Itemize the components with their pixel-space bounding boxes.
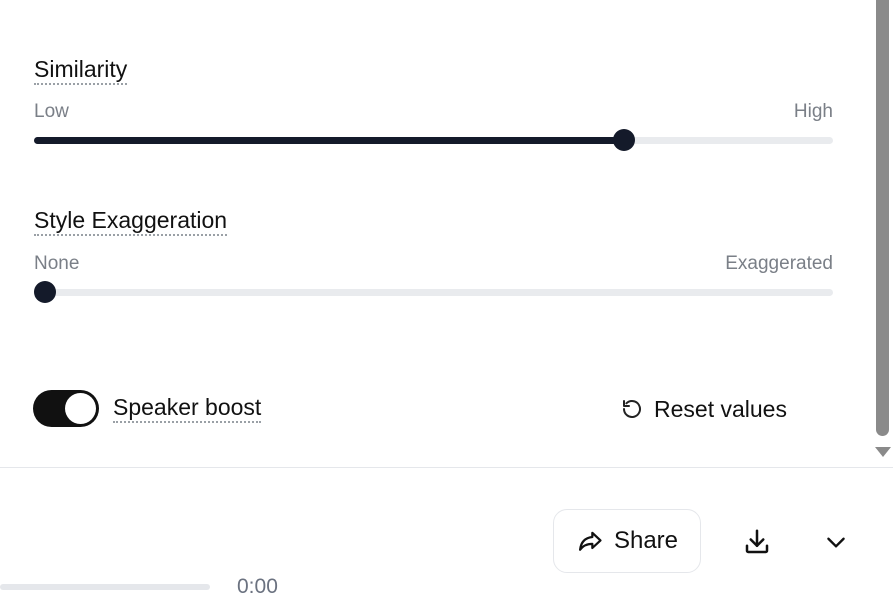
download-icon [742,527,772,557]
similarity-low-label: Low [34,101,69,122]
reset-values-button[interactable]: Reset values [620,392,787,426]
similarity-label[interactable]: Similarity [34,56,128,85]
share-label: Share [613,527,679,554]
similarity-slider[interactable] [34,129,833,151]
scrollbar-thumb[interactable] [876,0,889,436]
share-icon [576,527,604,555]
panel-divider [0,467,893,468]
share-button[interactable]: Share [553,509,701,573]
reset-icon [620,397,644,421]
style-exaggeration-high-label: Exaggerated [725,253,833,274]
settings-scrollbar[interactable] [872,0,893,467]
download-button[interactable] [737,522,777,562]
playback-time: 0:00 [237,575,278,598]
more-options-button[interactable] [816,522,856,562]
scroll-down-arrow-icon[interactable] [875,447,891,457]
style-exaggeration-slider[interactable] [34,281,833,303]
toggle-knob [65,393,96,424]
similarity-slider-fill [34,137,624,144]
style-exaggeration-low-label: None [34,253,80,274]
speaker-boost-toggle[interactable] [33,390,99,427]
chevron-down-icon [823,529,849,555]
voice-settings-panel: Similarity Low High Style Exaggeration N… [0,0,872,467]
reset-values-label: Reset values [654,395,787,422]
similarity-slider-thumb[interactable] [612,129,635,151]
speaker-boost-label[interactable]: Speaker boost [113,394,262,423]
style-exaggeration-label[interactable]: Style Exaggeration [34,207,228,236]
similarity-high-label: High [793,101,833,122]
playback-progress-bar[interactable] [0,584,210,590]
style-exaggeration-slider-thumb[interactable] [34,281,56,303]
